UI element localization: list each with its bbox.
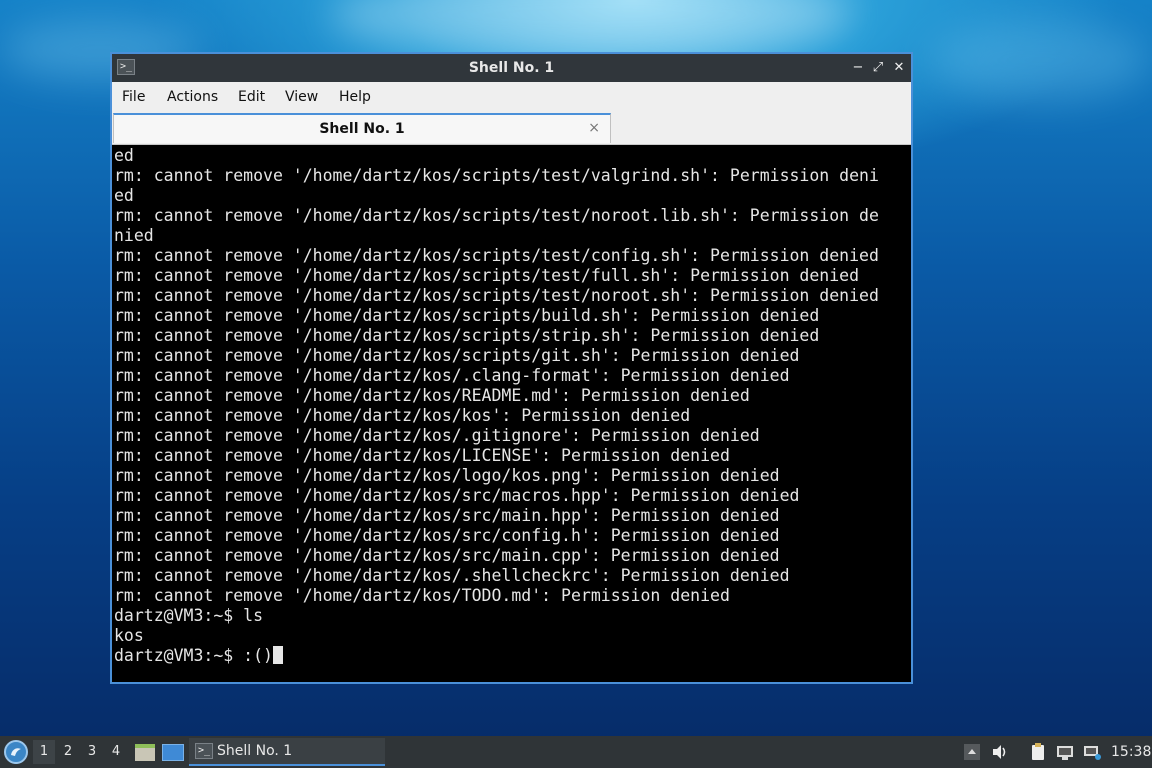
terminal-line: nied (114, 226, 154, 245)
tab-close-icon[interactable]: × (588, 115, 600, 141)
terminal-line: rm: cannot remove '/home/dartz/kos/TODO.… (114, 586, 730, 605)
menu-help[interactable]: Help (339, 82, 371, 112)
terminal-line: rm: cannot remove '/home/dartz/kos/scrip… (114, 346, 800, 365)
tab-shell-1[interactable]: Shell No. 1 × (113, 113, 611, 143)
terminal-line: rm: cannot remove '/home/dartz/kos/scrip… (114, 306, 820, 325)
terminal-line: dartz@VM3:~$ ls (114, 606, 264, 625)
terminal-line: rm: cannot remove '/home/dartz/kos/src/c… (114, 526, 780, 545)
terminal-line: rm: cannot remove '/home/dartz/kos/scrip… (114, 266, 860, 285)
terminal-line: rm: cannot remove '/home/dartz/kos/logo/… (114, 466, 780, 485)
terminal-window: >_ Shell No. 1 − ⤢ ✕ File Actions Edit V… (110, 52, 913, 684)
window-title: Shell No. 1 (468, 60, 555, 76)
tray-up-arrow-icon[interactable] (962, 742, 982, 762)
terminal-line: rm: cannot remove '/home/dartz/kos/src/m… (114, 486, 800, 505)
terminal-line: kos (114, 626, 144, 645)
monitor-icon[interactable] (1082, 742, 1102, 762)
terminal-line: rm: cannot remove '/home/dartz/kos/src/m… (114, 506, 780, 525)
volume-icon[interactable] (990, 742, 1010, 762)
workspace-1[interactable]: 1 (33, 740, 55, 764)
terminal-line: rm: cannot remove '/home/dartz/kos/kos':… (114, 406, 691, 425)
task-label: Shell No. 1 (217, 743, 293, 759)
minimize-button[interactable]: − (848, 54, 868, 82)
file-manager-icon[interactable] (135, 744, 155, 761)
menu-edit[interactable]: Edit (238, 82, 265, 112)
terminal-prompt: dartz@VM3:~$ (114, 646, 244, 665)
workspace-4[interactable]: 4 (105, 740, 127, 764)
terminal-line: rm: cannot remove '/home/dartz/kos/scrip… (114, 206, 879, 225)
terminal-line: ed (114, 186, 134, 205)
terminal-line: rm: cannot remove '/home/dartz/kos/LICEN… (114, 446, 730, 465)
menubar: File Actions Edit View Help (112, 82, 911, 113)
terminal-line: rm: cannot remove '/home/dartz/kos/scrip… (114, 286, 879, 305)
terminal-line: rm: cannot remove '/home/dartz/kos/scrip… (114, 246, 879, 265)
terminal-line: rm: cannot remove '/home/dartz/kos/READM… (114, 386, 750, 405)
terminal-prompt-line[interactable]: dartz@VM3:~$ :() (114, 646, 911, 666)
terminal-line: rm: cannot remove '/home/dartz/kos/.shel… (114, 566, 790, 585)
terminal-output[interactable]: ed rm: cannot remove '/home/dartz/kos/scr… (114, 146, 911, 682)
menu-file[interactable]: File (122, 82, 145, 112)
workspace-3[interactable]: 3 (81, 740, 103, 764)
terminal-task-icon: >_ (195, 743, 213, 759)
terminal-line: rm: cannot remove '/home/dartz/kos/scrip… (114, 326, 820, 345)
terminal-line: rm: cannot remove '/home/dartz/kos/.giti… (114, 426, 760, 445)
start-menu-icon[interactable] (4, 740, 28, 764)
terminal-input[interactable]: :() (243, 646, 273, 665)
window-titlebar[interactable]: >_ Shell No. 1 − ⤢ ✕ (112, 54, 911, 82)
tab-bar: Shell No. 1 × (112, 112, 911, 145)
wallpaper-highlight (930, 20, 1150, 100)
network-icon[interactable] (1055, 742, 1075, 762)
terminal-cursor (272, 646, 283, 664)
show-desktop-icon[interactable] (162, 744, 184, 761)
tab-label: Shell No. 1 (319, 121, 405, 137)
taskbar-task-shell[interactable]: >_ Shell No. 1 (189, 738, 385, 766)
clipboard-icon[interactable] (1028, 742, 1048, 762)
menu-actions[interactable]: Actions (167, 82, 218, 112)
wallpaper-highlight (330, 0, 850, 60)
close-button[interactable]: ✕ (889, 54, 909, 82)
terminal-line: ed (114, 146, 134, 165)
taskbar: 1 2 3 4 >_ Shell No. 1 15:38 (0, 736, 1152, 768)
terminal-line: rm: cannot remove '/home/dartz/kos/.clan… (114, 366, 790, 385)
workspace-2[interactable]: 2 (57, 740, 79, 764)
clock[interactable]: 15:38 (1111, 736, 1151, 768)
terminal-line: rm: cannot remove '/home/dartz/kos/scrip… (114, 166, 879, 185)
terminal-line: rm: cannot remove '/home/dartz/kos/src/m… (114, 546, 780, 565)
menu-view[interactable]: View (285, 82, 318, 112)
maximize-button[interactable]: ⤢ (868, 54, 888, 82)
